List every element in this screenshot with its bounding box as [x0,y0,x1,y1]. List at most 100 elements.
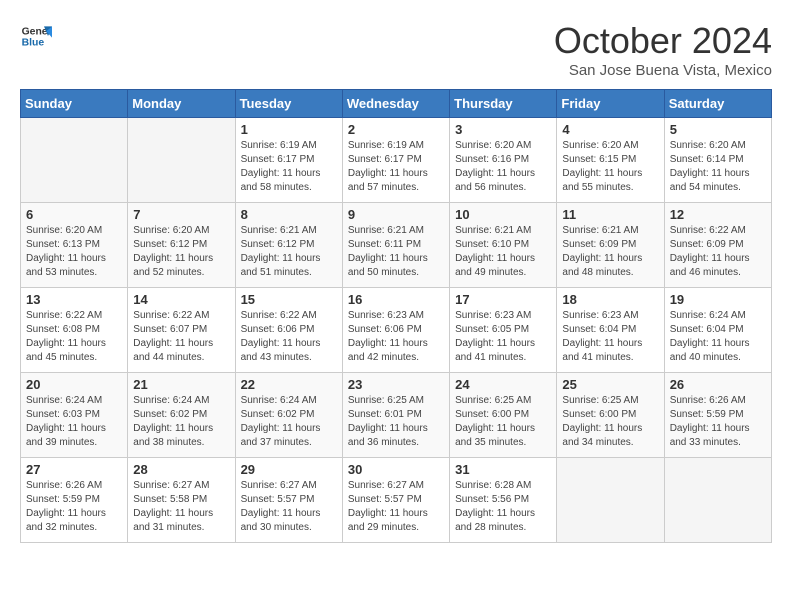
day-header-saturday: Saturday [664,90,771,118]
day-info: Sunrise: 6:20 AM Sunset: 6:16 PM Dayligh… [455,139,551,195]
day-number: 22 [241,377,337,392]
day-info: Sunrise: 6:20 AM Sunset: 6:12 PM Dayligh… [133,224,229,280]
day-number: 14 [133,292,229,307]
calendar-cell: 19 Sunrise: 6:24 AM Sunset: 6:04 PM Dayli… [664,288,771,373]
calendar-cell: 28Sunrise: 6:27 AM Sunset: 5:58 PM Dayli… [128,458,235,543]
day-number: 30 [348,462,444,477]
calendar-cell: 1 Sunrise: 6:19 AM Sunset: 6:17 PM Daylig… [235,118,342,203]
calendar-cell: 15 Sunrise: 6:22 AM Sunset: 6:06 PM Dayli… [235,288,342,373]
day-info: Sunrise: 6:22 AM Sunset: 6:06 PM Dayligh… [241,309,337,365]
calendar-week-1: 1 Sunrise: 6:19 AM Sunset: 6:17 PM Daylig… [21,118,772,203]
calendar-week-4: 20Sunrise: 6:24 AM Sunset: 6:03 PM Dayli… [21,373,772,458]
day-number: 15 [241,292,337,307]
logo: General Blue [20,20,52,52]
day-info: Sunrise: 6:22 AM Sunset: 6:07 PM Dayligh… [133,309,229,365]
day-header-thursday: Thursday [450,90,557,118]
day-info: Sunrise: 6:27 AM Sunset: 5:58 PM Dayligh… [133,479,229,535]
day-number: 3 [455,122,551,137]
day-number: 10 [455,207,551,222]
day-info: Sunrise: 6:24 AM Sunset: 6:02 PM Dayligh… [241,394,337,450]
day-number: 5 [670,122,766,137]
calendar-cell [557,458,664,543]
day-info: Sunrise: 6:20 AM Sunset: 6:14 PM Dayligh… [670,139,766,195]
day-info: Sunrise: 6:23 AM Sunset: 6:05 PM Dayligh… [455,309,551,365]
day-header-tuesday: Tuesday [235,90,342,118]
calendar-cell [128,118,235,203]
day-info: Sunrise: 6:25 AM Sunset: 6:00 PM Dayligh… [455,394,551,450]
day-info: Sunrise: 6:20 AM Sunset: 6:13 PM Dayligh… [26,224,122,280]
day-header-friday: Friday [557,90,664,118]
day-info: Sunrise: 6:24 AM Sunset: 6:04 PM Dayligh… [670,309,766,365]
day-info: Sunrise: 6:21 AM Sunset: 6:11 PM Dayligh… [348,224,444,280]
day-header-wednesday: Wednesday [342,90,449,118]
calendar-cell: 7 Sunrise: 6:20 AM Sunset: 6:12 PM Daylig… [128,203,235,288]
calendar-cell: 26Sunrise: 6:26 AM Sunset: 5:59 PM Dayli… [664,373,771,458]
day-info: Sunrise: 6:19 AM Sunset: 6:17 PM Dayligh… [241,139,337,195]
calendar-cell: 25 Sunrise: 6:25 AM Sunset: 6:00 PM Dayli… [557,373,664,458]
day-number: 9 [348,207,444,222]
day-info: Sunrise: 6:25 AM Sunset: 6:01 PM Dayligh… [348,394,444,450]
day-number: 18 [562,292,658,307]
calendar-cell: 27 Sunrise: 6:26 AM Sunset: 5:59 PM Dayli… [21,458,128,543]
calendar-cell [664,458,771,543]
calendar-cell: 2Sunrise: 6:19 AM Sunset: 6:17 PM Daylig… [342,118,449,203]
day-info: Sunrise: 6:21 AM Sunset: 6:12 PM Dayligh… [241,224,337,280]
title-area: October 2024 San Jose Buena Vista, Mexic… [554,20,772,79]
day-number: 25 [562,377,658,392]
calendar-cell: 6 Sunrise: 6:20 AM Sunset: 6:13 PM Daylig… [21,203,128,288]
day-number: 16 [348,292,444,307]
header: General Blue October 2024 San Jose Buena… [20,20,772,79]
calendar-cell: 10Sunrise: 6:21 AM Sunset: 6:10 PM Dayli… [450,203,557,288]
day-info: Sunrise: 6:24 AM Sunset: 6:03 PM Dayligh… [26,394,122,450]
calendar-cell: 29 Sunrise: 6:27 AM Sunset: 5:57 PM Dayli… [235,458,342,543]
day-number: 19 [670,292,766,307]
calendar-week-3: 13 Sunrise: 6:22 AM Sunset: 6:08 PM Dayli… [21,288,772,373]
calendar-cell: 3 Sunrise: 6:20 AM Sunset: 6:16 PM Daylig… [450,118,557,203]
day-header-sunday: Sunday [21,90,128,118]
calendar-cell: 20Sunrise: 6:24 AM Sunset: 6:03 PM Dayli… [21,373,128,458]
day-number: 26 [670,377,766,392]
calendar-cell: 9 Sunrise: 6:21 AM Sunset: 6:11 PM Daylig… [342,203,449,288]
day-number: 24 [455,377,551,392]
day-info: Sunrise: 6:22 AM Sunset: 6:09 PM Dayligh… [670,224,766,280]
month-title: October 2024 [554,20,772,62]
day-info: Sunrise: 6:24 AM Sunset: 6:02 PM Dayligh… [133,394,229,450]
day-number: 8 [241,207,337,222]
calendar-table: SundayMondayTuesdayWednesdayThursdayFrid… [20,89,772,543]
calendar-cell: 5 Sunrise: 6:20 AM Sunset: 6:14 PM Daylig… [664,118,771,203]
day-info: Sunrise: 6:23 AM Sunset: 6:06 PM Dayligh… [348,309,444,365]
calendar-cell: 22 Sunrise: 6:24 AM Sunset: 6:02 PM Dayli… [235,373,342,458]
day-number: 13 [26,292,122,307]
day-info: Sunrise: 6:28 AM Sunset: 5:56 PM Dayligh… [455,479,551,535]
calendar-cell: 11 Sunrise: 6:21 AM Sunset: 6:09 PM Dayli… [557,203,664,288]
day-number: 11 [562,207,658,222]
day-info: Sunrise: 6:26 AM Sunset: 5:59 PM Dayligh… [26,479,122,535]
day-number: 17 [455,292,551,307]
day-info: Sunrise: 6:27 AM Sunset: 5:57 PM Dayligh… [241,479,337,535]
logo-icon: General Blue [20,20,52,52]
calendar-cell: 14 Sunrise: 6:22 AM Sunset: 6:07 PM Dayli… [128,288,235,373]
day-number: 31 [455,462,551,477]
calendar-cell: 4Sunrise: 6:20 AM Sunset: 6:15 PM Daylig… [557,118,664,203]
day-number: 29 [241,462,337,477]
day-number: 2 [348,122,444,137]
day-number: 12 [670,207,766,222]
calendar-week-2: 6 Sunrise: 6:20 AM Sunset: 6:13 PM Daylig… [21,203,772,288]
calendar-cell: 17 Sunrise: 6:23 AM Sunset: 6:05 PM Dayli… [450,288,557,373]
svg-text:Blue: Blue [22,38,45,49]
day-number: 27 [26,462,122,477]
day-number: 4 [562,122,658,137]
calendar-cell: 13 Sunrise: 6:22 AM Sunset: 6:08 PM Dayli… [21,288,128,373]
day-info: Sunrise: 6:21 AM Sunset: 6:09 PM Dayligh… [562,224,658,280]
day-info: Sunrise: 6:22 AM Sunset: 6:08 PM Dayligh… [26,309,122,365]
day-info: Sunrise: 6:25 AM Sunset: 6:00 PM Dayligh… [562,394,658,450]
day-number: 1 [241,122,337,137]
day-number: 6 [26,207,122,222]
calendar-cell: 31 Sunrise: 6:28 AM Sunset: 5:56 PM Dayli… [450,458,557,543]
calendar-cell: 24 Sunrise: 6:25 AM Sunset: 6:00 PM Dayli… [450,373,557,458]
calendar-header-row: SundayMondayTuesdayWednesdayThursdayFrid… [21,90,772,118]
day-info: Sunrise: 6:23 AM Sunset: 6:04 PM Dayligh… [562,309,658,365]
calendar-cell: 23Sunrise: 6:25 AM Sunset: 6:01 PM Dayli… [342,373,449,458]
day-number: 7 [133,207,229,222]
calendar-cell: 21Sunrise: 6:24 AM Sunset: 6:02 PM Dayli… [128,373,235,458]
